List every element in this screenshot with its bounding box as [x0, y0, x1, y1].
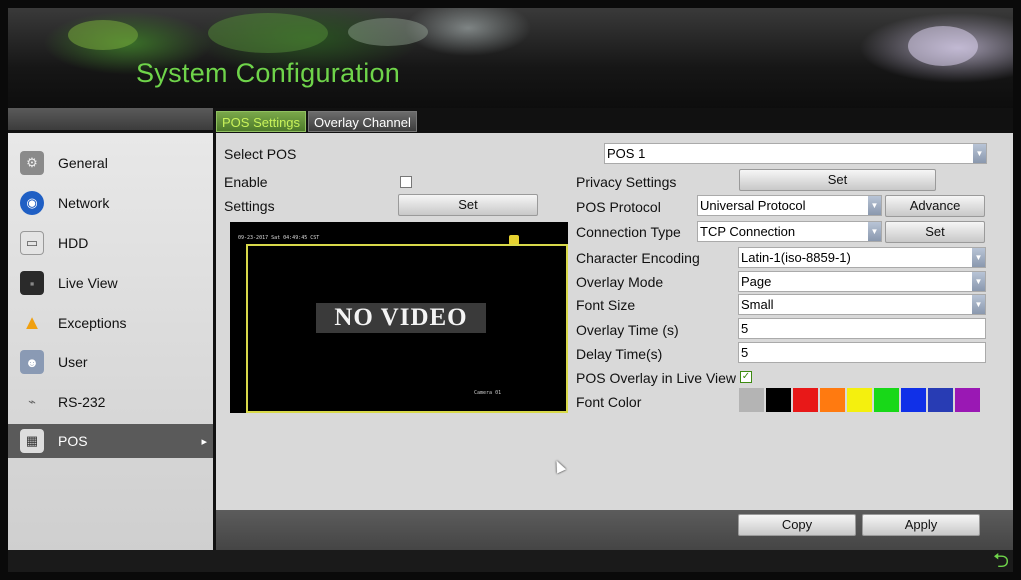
sidebar-item-label: Exceptions [58, 315, 127, 331]
connection-type-select[interactable]: TCP Connection ▼ [697, 221, 882, 242]
hdd-icon: ▭ [20, 231, 44, 255]
osd-date-text: 09-23-2017 Sat 04:49:45 CST [238, 235, 320, 241]
chevron-right-icon: ▸ [201, 435, 207, 448]
sidebar-item-rs232[interactable]: ⌁ RS-232 [8, 385, 213, 419]
sidebar-item-user[interactable]: ☻ User [8, 345, 213, 379]
header-banner: System Configuration [8, 8, 1013, 108]
enable-checkbox[interactable] [400, 176, 412, 188]
tab-overlay-channel[interactable]: Overlay Channel [308, 111, 417, 132]
pos-protocol-label: POS Protocol [576, 199, 661, 215]
sidebar-item-network[interactable]: ◉ Network [8, 186, 213, 220]
advance-button[interactable]: Advance [885, 195, 985, 217]
pos-icon: ▦ [20, 429, 44, 453]
sidebar-item-label: User [58, 354, 88, 370]
rs232-icon: ⌁ [28, 394, 36, 409]
tab-bar: POS Settings Overlay Channel [216, 111, 419, 133]
sidebar-item-label: Network [58, 195, 110, 211]
sidebar-item-hdd[interactable]: ▭ HDD [8, 226, 213, 260]
settings-label: Settings [224, 198, 275, 214]
sidebar-item-label: HDD [58, 235, 89, 251]
pos-protocol-select[interactable]: Universal Protocol ▼ [697, 195, 882, 216]
decorative-leaf [348, 18, 428, 46]
connection-type-value: TCP Connection [700, 224, 796, 239]
video-preview: 09-23-2017 Sat 04:49:45 CST NO VIDEO Cam… [230, 222, 568, 413]
overlay-time-label: Overlay Time (s) [576, 322, 679, 338]
font-color-swatch[interactable] [793, 388, 818, 412]
delay-time-input[interactable]: 5 [738, 342, 986, 363]
privacy-set-button[interactable]: Set [739, 169, 936, 191]
select-pos-label: Select POS [224, 146, 297, 162]
character-encoding-label: Character Encoding [576, 250, 700, 266]
font-size-value: Small [741, 297, 774, 312]
tab-pos-settings[interactable]: POS Settings [216, 111, 307, 132]
no-video-label: NO VIDEO [316, 303, 486, 333]
settings-set-button[interactable]: Set [398, 194, 538, 216]
sidebar-item-label: POS [58, 433, 88, 449]
font-color-swatch[interactable] [766, 388, 791, 412]
page-title: System Configuration [136, 58, 401, 88]
pos-overlay-live-view-label: POS Overlay in Live View [576, 370, 737, 386]
warning-icon: ▲ [22, 311, 42, 334]
font-size-select[interactable]: Small ▼ [738, 294, 986, 315]
font-color-swatch[interactable] [874, 388, 899, 412]
chevron-down-icon[interactable]: ▼ [973, 144, 986, 163]
character-encoding-select[interactable]: Latin-1(iso-8859-1) ▼ [738, 247, 986, 268]
live-view-icon: ▪ [20, 271, 44, 295]
decorative-flower [908, 26, 978, 66]
overlay-mode-label: Overlay Mode [576, 274, 664, 290]
connection-type-label: Connection Type [576, 224, 681, 240]
chevron-down-icon[interactable]: ▼ [868, 196, 881, 215]
decorative-leaf [208, 13, 328, 53]
font-color-label: Font Color [576, 394, 642, 410]
font-color-swatch[interactable] [901, 388, 926, 412]
pos-protocol-value: Universal Protocol [700, 198, 806, 213]
sidebar-item-exceptions[interactable]: ▲ Exceptions [8, 306, 213, 340]
copy-button[interactable]: Copy [738, 514, 856, 536]
sidebar: ⚙ General ◉ Network ▭ HDD ▪ Live View ▲ … [8, 133, 213, 550]
decorative-leaf [68, 20, 138, 50]
font-color-swatch[interactable] [820, 388, 845, 412]
font-size-label: Font Size [576, 297, 636, 313]
back-icon[interactable]: ⮌ [993, 550, 1009, 572]
sidebar-item-live-view[interactable]: ▪ Live View [8, 266, 213, 300]
general-icon: ⚙ [20, 151, 44, 175]
sidebar-item-general[interactable]: ⚙ General [8, 146, 213, 180]
apply-button[interactable]: Apply [862, 514, 980, 536]
sidebar-item-label: General [58, 155, 108, 171]
overlay-mode-value: Page [741, 274, 772, 289]
chevron-down-icon[interactable]: ▼ [972, 272, 985, 291]
overlay-time-input[interactable]: 5 [738, 318, 986, 339]
pos-overlay-live-view-checkbox[interactable]: ✓ [740, 371, 752, 383]
privacy-settings-label: Privacy Settings [576, 174, 677, 190]
pos-select-value: POS 1 [607, 146, 646, 161]
chevron-down-icon[interactable]: ▼ [972, 248, 985, 267]
enable-label: Enable [224, 174, 268, 190]
camera-name-text: Camera 01 [474, 390, 502, 396]
character-encoding-value: Latin-1(iso-8859-1) [741, 250, 851, 265]
font-color-swatch[interactable] [928, 388, 953, 412]
sidebar-item-pos[interactable]: ▦ POS ▸ [8, 424, 213, 458]
sidebar-item-label: Live View [58, 275, 118, 291]
chevron-down-icon[interactable]: ▼ [972, 295, 985, 314]
font-color-swatch[interactable] [739, 388, 764, 412]
sidebar-header-strip [8, 108, 213, 130]
connection-set-button[interactable]: Set [885, 221, 985, 243]
status-bar [8, 550, 1013, 572]
font-color-swatch[interactable] [955, 388, 980, 412]
network-icon: ◉ [20, 191, 44, 215]
font-color-swatch[interactable] [847, 388, 872, 412]
sidebar-item-label: RS-232 [58, 394, 106, 410]
user-icon: ☻ [20, 350, 44, 374]
overlay-mode-select[interactable]: Page ▼ [738, 271, 986, 292]
pos-select[interactable]: POS 1 ▼ [604, 143, 987, 164]
chevron-down-icon[interactable]: ▼ [868, 222, 881, 241]
delay-time-label: Delay Time(s) [576, 346, 663, 362]
